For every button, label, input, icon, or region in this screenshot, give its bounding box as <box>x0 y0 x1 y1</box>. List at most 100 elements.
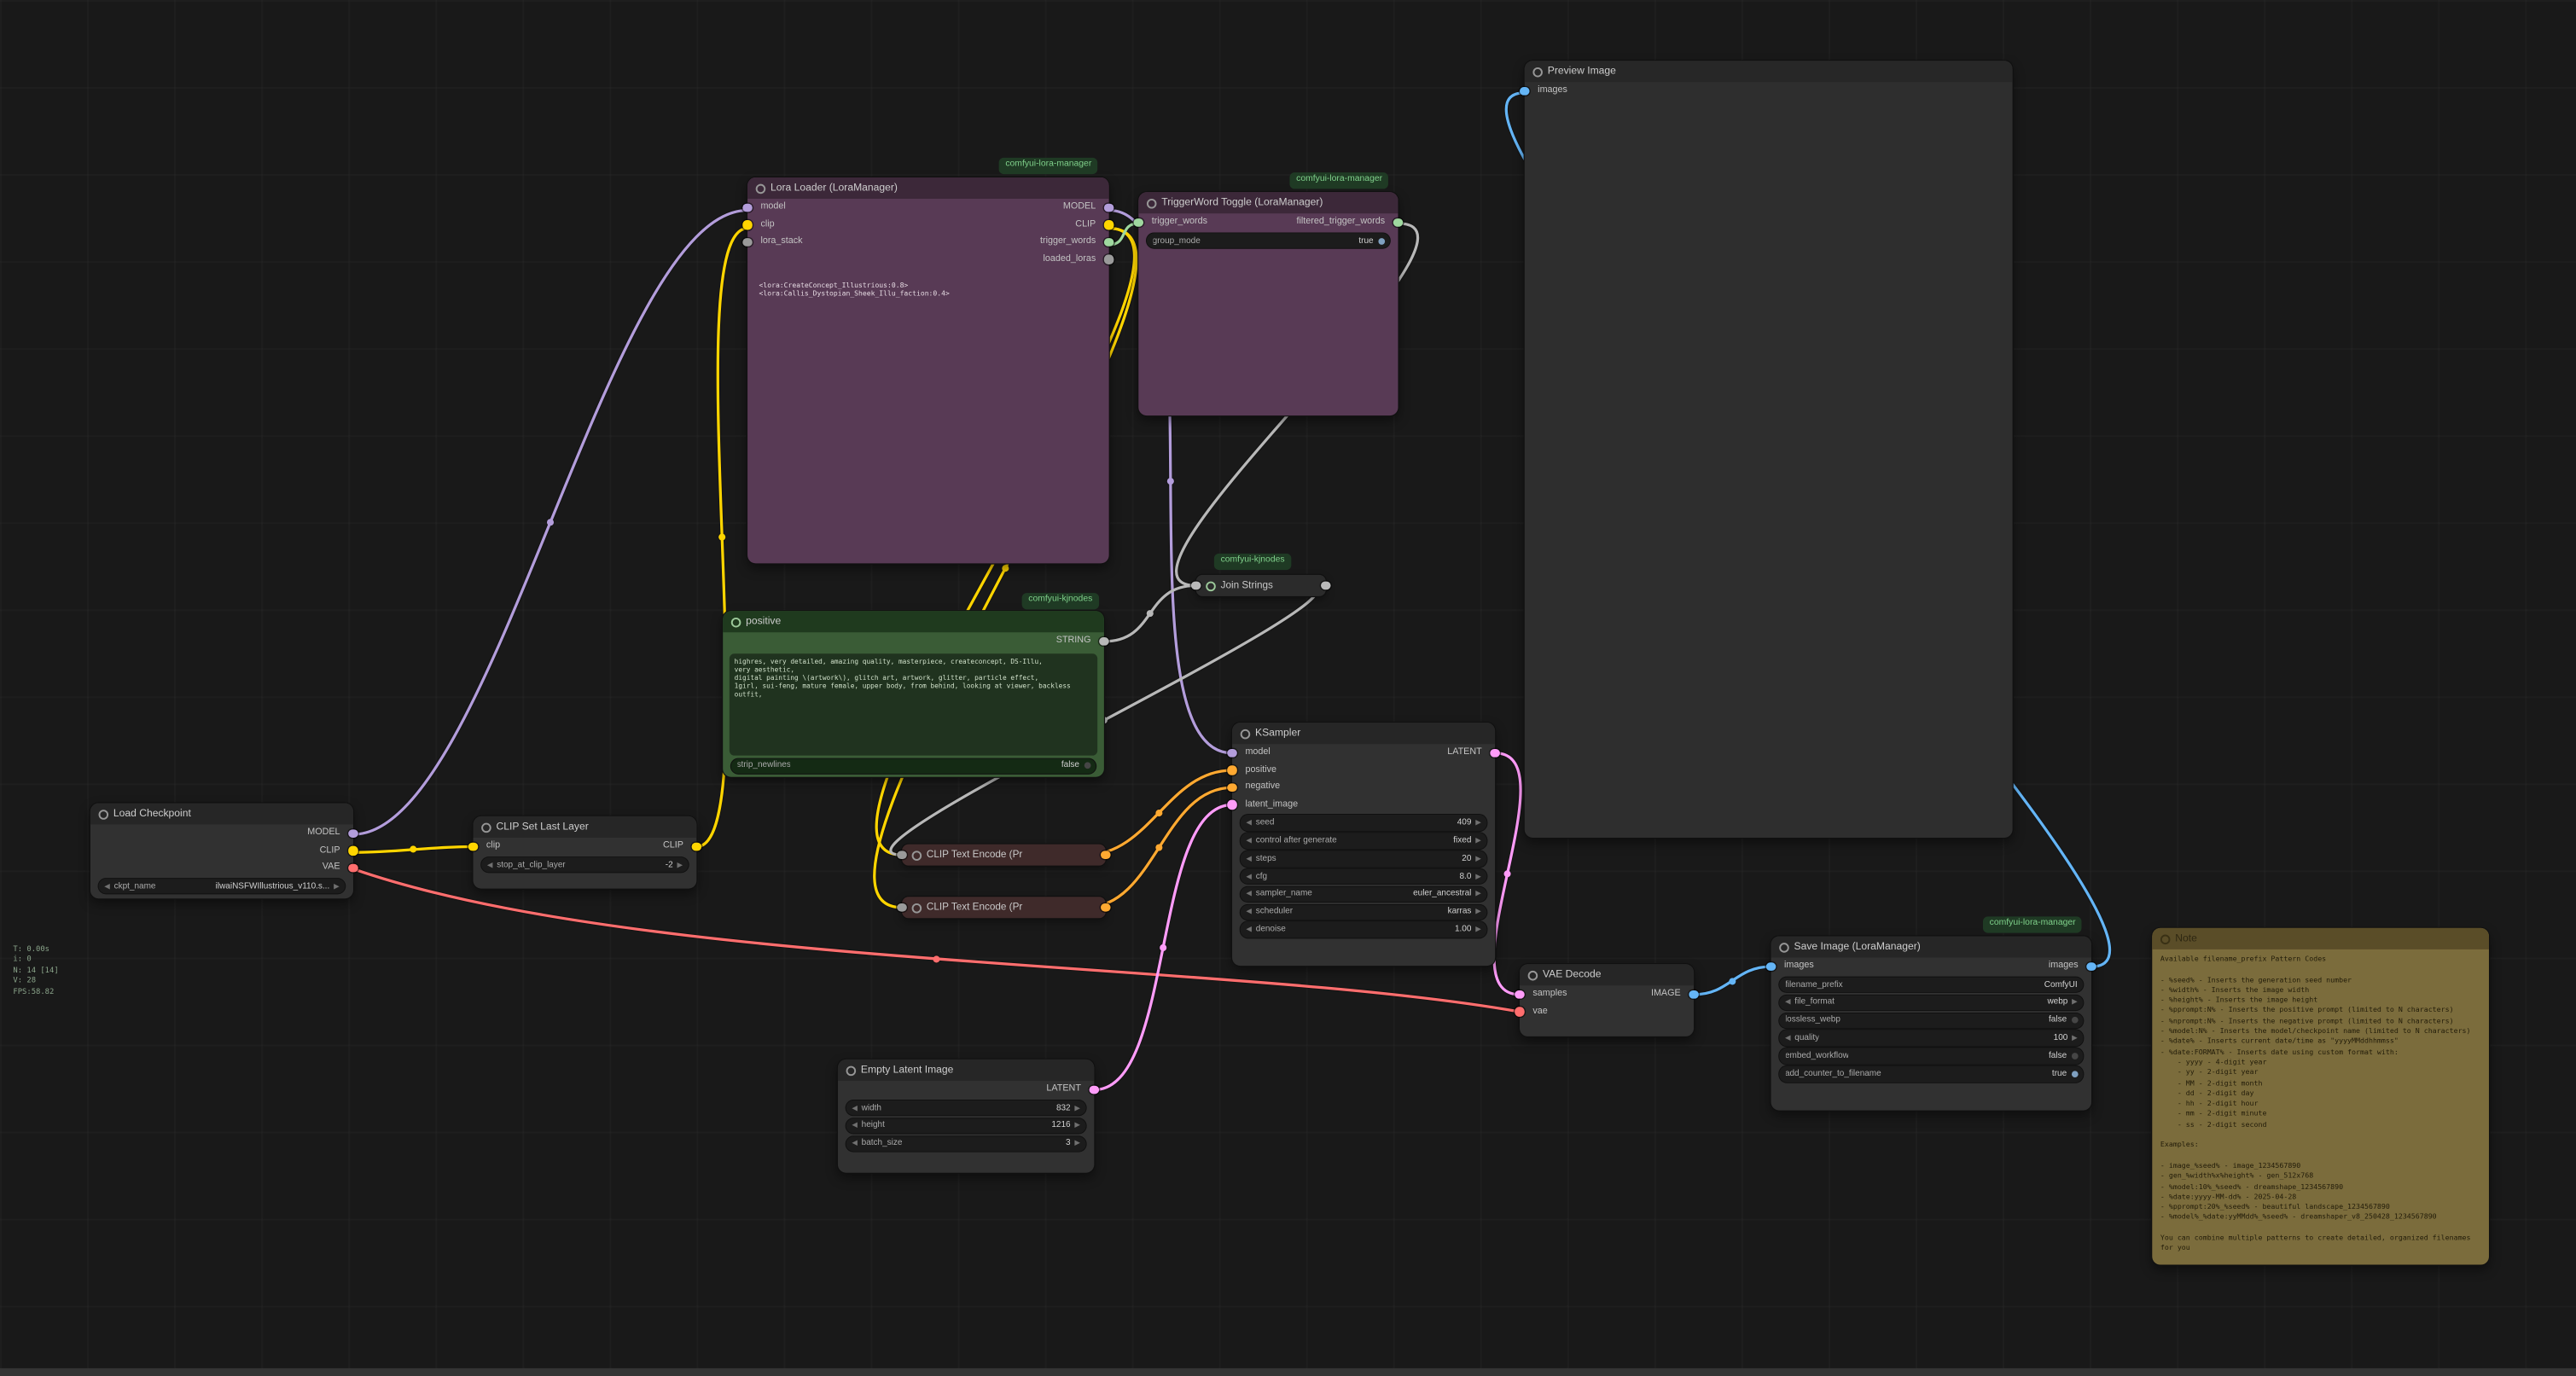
node-clip-text-encode-positive[interactable]: CLIP Text Encode (Pr <box>902 845 1106 866</box>
combo-left-arrow-icon[interactable]: ◀ <box>852 1121 858 1131</box>
node-title-bar[interactable]: KSampler <box>1232 723 1495 744</box>
lora-selection-text[interactable]: <lora:CreateConcept_Illustrious:0.8> <lo… <box>747 268 1109 298</box>
combo-right-arrow-icon[interactable]: ▶ <box>1074 1139 1080 1149</box>
node-save-image[interactable]: Save Image (LoraManager) images images f… <box>1771 936 2091 1110</box>
node-title-bar[interactable]: Save Image (LoraManager) <box>1771 936 2091 957</box>
combo-left-arrow-icon[interactable]: ◀ <box>1246 818 1252 828</box>
collapse-dot-icon[interactable] <box>481 822 491 833</box>
node-title-bar[interactable]: TriggerWord Toggle (LoraManager) <box>1138 192 1398 213</box>
node-title-bar[interactable]: CLIP Set Last Layer <box>474 816 697 838</box>
combo-right-arrow-icon[interactable]: ▶ <box>1475 854 1481 864</box>
input-slot-lora-stack[interactable] <box>743 237 753 247</box>
combo-right-arrow-icon[interactable]: ▶ <box>1475 925 1481 935</box>
output-slot-images[interactable] <box>2087 961 2096 971</box>
output-slot-latent[interactable] <box>1090 1085 1099 1094</box>
quality-widget[interactable]: ◀ quality 100 ▶ <box>1779 1031 2083 1046</box>
combo-right-arrow-icon[interactable]: ▶ <box>1074 1103 1080 1113</box>
node-empty-latent-image[interactable]: Empty Latent Image LATENT ◀ width 832 ▶ … <box>838 1060 1094 1173</box>
group-mode-toggle-widget[interactable]: group_mode true <box>1147 233 1390 248</box>
node-clip-text-encode-negative[interactable]: CLIP Text Encode (Pr <box>902 897 1106 918</box>
combo-right-arrow-icon[interactable]: ▶ <box>334 881 340 891</box>
output-slot-conditioning[interactable] <box>1101 903 1110 912</box>
cfg-widget[interactable]: ◀ cfg 8.0 ▶ <box>1241 868 1487 884</box>
toggle-knob[interactable] <box>1084 763 1090 769</box>
embed-workflow-toggle-widget[interactable]: embed_workflow false <box>1779 1048 2083 1064</box>
node-clip-set-last-layer[interactable]: CLIP Set Last Layer clip CLIP ◀ stop_at_… <box>474 816 697 889</box>
output-slot-string[interactable] <box>1322 581 1331 590</box>
input-slot-collapsed[interactable] <box>898 903 907 912</box>
input-slot-images[interactable] <box>1520 86 1529 96</box>
output-slot-image[interactable] <box>1689 990 1699 999</box>
combo-left-arrow-icon[interactable]: ◀ <box>1246 854 1252 864</box>
input-slot-samples[interactable] <box>1515 990 1525 999</box>
collapse-dot-icon[interactable] <box>1532 67 1543 77</box>
filename-prefix-widget[interactable]: filename_prefix ComfyUI <box>1779 977 2083 992</box>
prompt-textarea[interactable]: highres, very detailed, amazing quality,… <box>730 653 1097 754</box>
collapse-dot-icon[interactable] <box>1147 198 1157 208</box>
input-slot-model[interactable] <box>743 203 753 212</box>
node-note[interactable]: Note Available filename_prefix Pattern C… <box>2152 928 2489 1265</box>
combo-left-arrow-icon[interactable]: ◀ <box>1246 872 1252 882</box>
node-title-bar[interactable]: VAE Decode <box>1520 964 1694 985</box>
collapse-dot-icon[interactable] <box>1779 942 1789 952</box>
input-slot-model[interactable] <box>1228 748 1237 758</box>
toggle-knob[interactable] <box>2071 1053 2078 1060</box>
batch-size-widget[interactable]: ◀ batch_size 3 ▶ <box>846 1135 1086 1151</box>
combo-right-arrow-icon[interactable]: ▶ <box>2072 1033 2078 1043</box>
input-slot-positive[interactable] <box>1228 765 1237 775</box>
output-slot-model[interactable] <box>349 828 358 838</box>
node-load-checkpoint[interactable]: Load Checkpoint MODEL CLIP VAE ◀ ckpt_na… <box>90 804 353 899</box>
output-slot-model[interactable] <box>1104 203 1114 212</box>
combo-right-arrow-icon[interactable]: ▶ <box>1475 890 1481 900</box>
toggle-knob[interactable] <box>2071 1071 2078 1077</box>
height-widget[interactable]: ◀ height 1216 ▶ <box>846 1118 1086 1134</box>
node-title-bar[interactable]: Empty Latent Image <box>838 1060 1094 1081</box>
combo-right-arrow-icon[interactable]: ▶ <box>1475 872 1481 882</box>
collapse-dot-icon[interactable] <box>912 850 922 860</box>
seed-widget[interactable]: ◀ seed 409 ▶ <box>1241 816 1487 831</box>
output-slot-clip[interactable] <box>349 846 358 856</box>
node-ksampler[interactable]: KSampler model LATENT positive negative … <box>1232 723 1495 966</box>
stop-at-clip-layer-widget[interactable]: ◀ stop_at_clip_layer -2 ▶ <box>481 857 689 873</box>
input-slot-string[interactable] <box>1191 581 1201 590</box>
input-slot-images[interactable] <box>1766 961 1776 971</box>
note-body-text[interactable]: Available filename_prefix Pattern Codes … <box>2152 949 2489 1263</box>
node-join-strings[interactable]: Join Strings <box>1196 575 1326 596</box>
combo-left-arrow-icon[interactable]: ◀ <box>104 881 110 891</box>
lossless-webp-toggle-widget[interactable]: lossless_webp false <box>1779 1013 2083 1028</box>
output-slot-trigger-words[interactable] <box>1104 237 1114 247</box>
control-after-generate-widget[interactable]: ◀ control after generate fixed ▶ <box>1241 833 1487 849</box>
output-slot-string[interactable] <box>1100 636 1109 646</box>
combo-right-arrow-icon[interactable]: ▶ <box>1475 818 1481 828</box>
width-widget[interactable]: ◀ width 832 ▶ <box>846 1100 1086 1116</box>
node-preview-image[interactable]: Preview Image images <box>1525 61 2013 838</box>
output-slot-clip[interactable] <box>1104 220 1114 229</box>
combo-right-arrow-icon[interactable]: ▶ <box>677 860 683 870</box>
combo-left-arrow-icon[interactable]: ◀ <box>1246 925 1252 935</box>
output-slot-clip[interactable] <box>692 842 701 851</box>
steps-widget[interactable]: ◀ steps 20 ▶ <box>1241 851 1487 866</box>
combo-right-arrow-icon[interactable]: ▶ <box>1074 1121 1080 1131</box>
toggle-knob[interactable] <box>2071 1017 2078 1024</box>
combo-left-arrow-icon[interactable]: ◀ <box>1246 836 1252 846</box>
combo-left-arrow-icon[interactable]: ◀ <box>1246 890 1252 900</box>
collapse-dot-icon[interactable] <box>2160 934 2171 944</box>
denoise-widget[interactable]: ◀ denoise 1.00 ▶ <box>1241 922 1487 938</box>
collapse-dot-icon[interactable] <box>731 617 741 627</box>
collapse-dot-icon[interactable] <box>99 809 109 819</box>
combo-left-arrow-icon[interactable]: ◀ <box>852 1103 858 1113</box>
node-positive-prompt[interactable]: positive STRING highres, very detailed, … <box>723 611 1104 776</box>
output-slot-latent[interactable] <box>1491 748 1500 758</box>
node-title-bar[interactable]: Note <box>2152 928 2489 949</box>
node-vae-decode[interactable]: VAE Decode samples IMAGE vae <box>1520 964 1694 1036</box>
combo-right-arrow-icon[interactable]: ▶ <box>1475 836 1481 846</box>
node-title-bar[interactable]: Load Checkpoint <box>90 804 353 825</box>
input-slot-latent-image[interactable] <box>1228 800 1237 810</box>
input-slot-collapsed[interactable] <box>898 851 907 860</box>
collapse-dot-icon[interactable] <box>1206 581 1216 591</box>
node-title-bar[interactable]: Lora Loader (LoraManager) <box>747 177 1109 199</box>
input-slot-clip[interactable] <box>468 842 478 851</box>
add-counter-toggle-widget[interactable]: add_counter_to_filename true <box>1779 1066 2083 1082</box>
output-slot-filtered-trigger-words[interactable] <box>1393 218 1403 227</box>
collapse-dot-icon[interactable] <box>756 183 766 194</box>
